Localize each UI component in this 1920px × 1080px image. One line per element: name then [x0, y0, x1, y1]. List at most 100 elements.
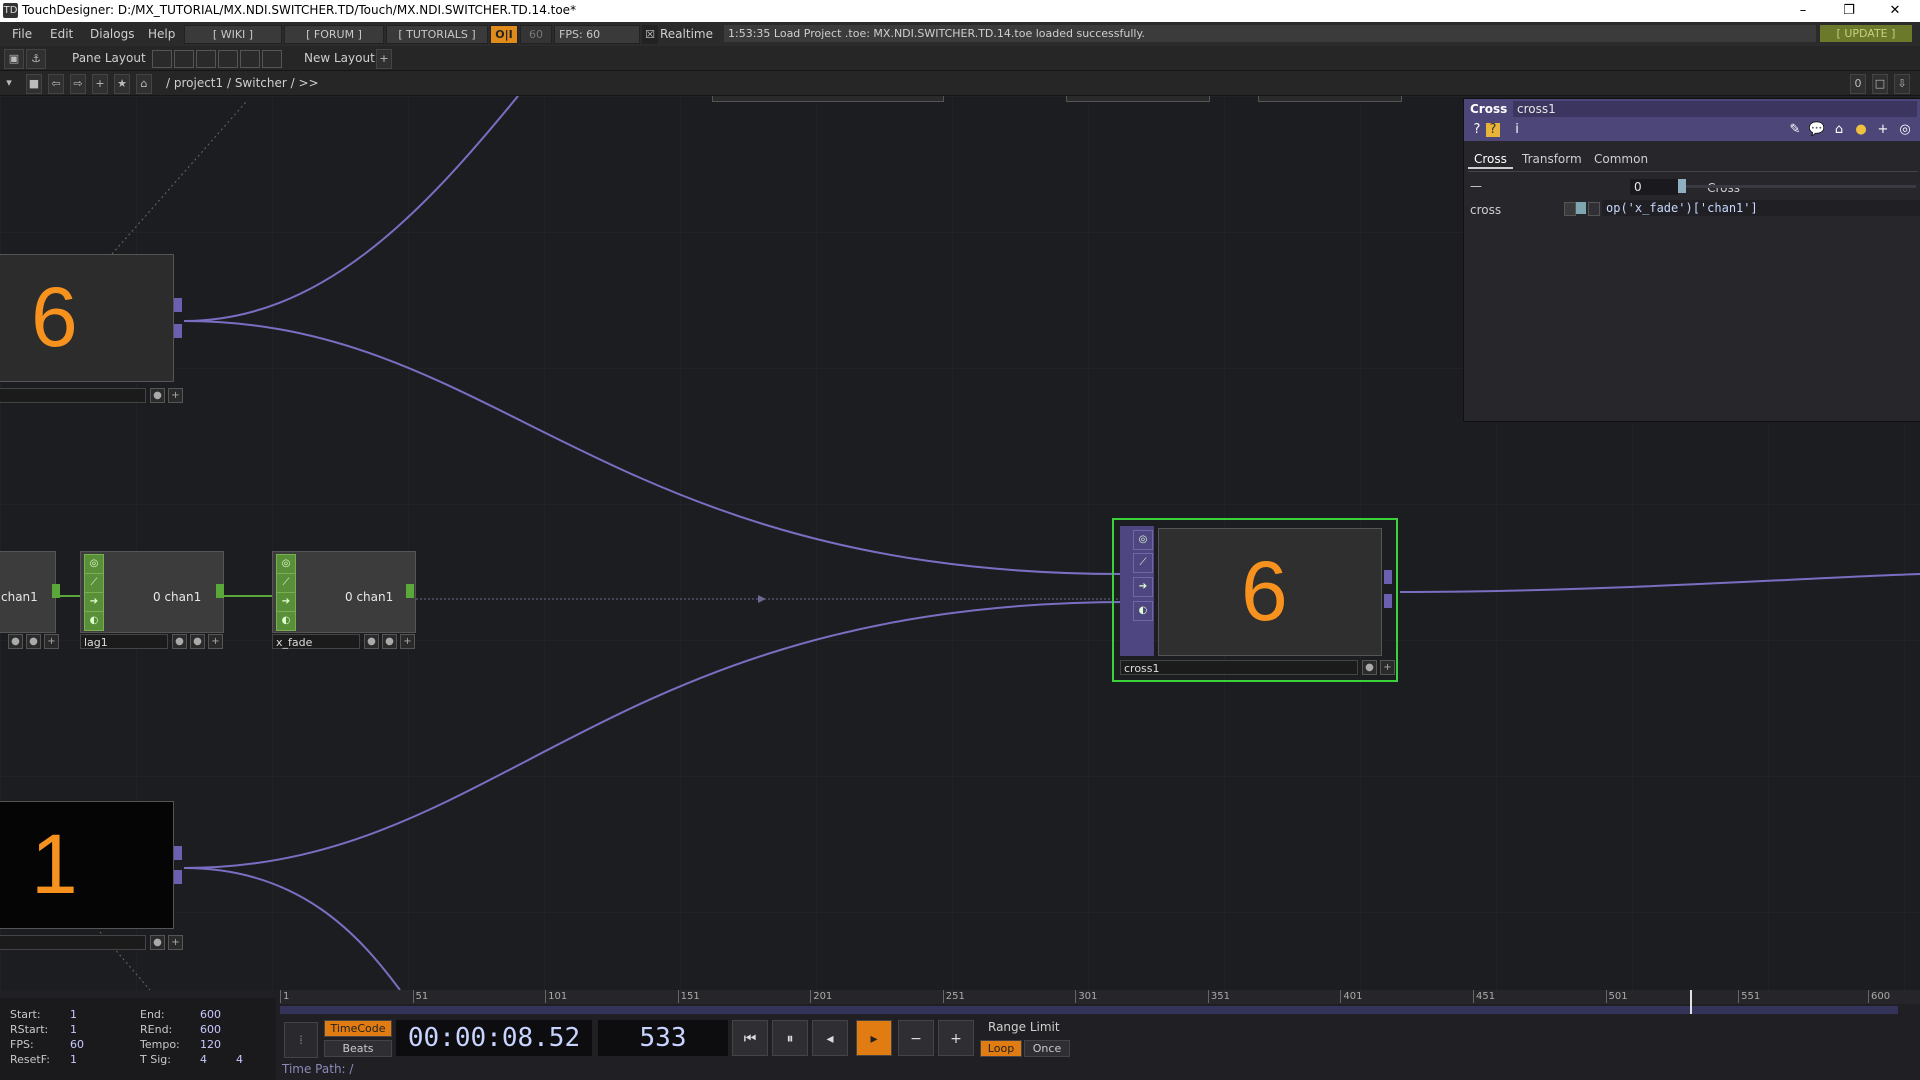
forum-button[interactable]: [ FORUM ]: [284, 25, 384, 44]
menu-file[interactable]: File: [12, 27, 32, 41]
current-frame-field[interactable]: 533: [598, 1020, 728, 1056]
tempo-value[interactable]: 120: [200, 1038, 221, 1051]
x-fade-bypass-icon[interactable]: ◎: [276, 554, 296, 574]
top-node-6-label[interactable]: [0, 388, 146, 403]
lag1-bypass-icon[interactable]: ◎: [84, 554, 104, 574]
pane-download-icon[interactable]: ⇩: [1894, 74, 1910, 94]
x-fade-output-port[interactable]: [406, 584, 414, 598]
pane-menu-chevron-icon[interactable]: ▾: [2, 74, 16, 92]
tutorials-button[interactable]: [ TUTORIALS ]: [386, 25, 488, 44]
cross1-bypass-icon[interactable]: ◎: [1133, 530, 1153, 550]
top-node-6-output-port[interactable]: [174, 298, 182, 312]
clipped-node-top-3[interactable]: [1258, 96, 1402, 102]
once-toggle[interactable]: Once: [1024, 1040, 1070, 1057]
bookmark-star-icon[interactable]: ★: [114, 74, 130, 94]
tab-common[interactable]: Common: [1588, 151, 1654, 167]
clipped-node-top-1[interactable]: [712, 96, 944, 102]
cross1-add[interactable]: +: [1380, 660, 1395, 675]
cross1-output-port-2[interactable]: [1384, 594, 1392, 608]
comment-bubble-icon[interactable]: 💬: [1808, 121, 1826, 139]
x-fade-lock-icon[interactable]: ◐: [276, 611, 296, 631]
x-fade-add[interactable]: +: [400, 634, 415, 649]
expr-active-icon[interactable]: [1576, 202, 1586, 214]
menu-dialogs[interactable]: Dialogs: [90, 27, 134, 41]
bottom-node-1-label[interactable]: [0, 935, 146, 950]
cross1-lock-icon[interactable]: ◐: [1133, 601, 1153, 621]
pane-viewer-icon[interactable]: ▣: [4, 49, 24, 69]
lag1-btn-2[interactable]: ●: [190, 634, 205, 649]
lag1-btn-1[interactable]: ●: [172, 634, 187, 649]
pane-index[interactable]: 0: [1850, 74, 1866, 94]
perform-mode-toggle[interactable]: O|I: [490, 25, 518, 44]
cross-value-field[interactable]: 0: [1630, 179, 1678, 195]
info-icon[interactable]: i: [1508, 121, 1526, 139]
left-chop-btn-1[interactable]: ●: [8, 634, 23, 649]
step-back-icon[interactable]: −: [898, 1020, 934, 1056]
forward-arrow-icon[interactable]: ⇨: [70, 74, 86, 94]
bottom-node-1-output-port-2[interactable]: [174, 870, 182, 884]
x-fade-btn-2[interactable]: ●: [382, 634, 397, 649]
bottom-node-1-viewer[interactable]: 1: [0, 801, 174, 929]
x-fade-btn-1[interactable]: ●: [364, 634, 379, 649]
clipped-node-top-2[interactable]: [1066, 96, 1210, 102]
lag1-export-icon[interactable]: ➔: [84, 592, 104, 612]
stop-icon[interactable]: ■: [26, 74, 42, 94]
minimize-button[interactable]: –: [1780, 0, 1826, 22]
top-node-6-viewer-toggle[interactable]: ●: [150, 388, 165, 403]
pane-network-icon[interactable]: ⚓: [26, 49, 46, 69]
bottom-node-1-add[interactable]: +: [168, 935, 183, 950]
wiki-button[interactable]: [ WIKI ]: [184, 25, 282, 44]
cross1-viewer-toggle[interactable]: ●: [1362, 660, 1377, 675]
step-forward-icon[interactable]: +: [938, 1020, 974, 1056]
cross-slider-track[interactable]: [1678, 185, 1916, 188]
timecode-display[interactable]: 00:00:08.52: [396, 1020, 592, 1056]
timecode-toggle[interactable]: TimeCode: [324, 1020, 392, 1037]
back-arrow-icon[interactable]: ⇦: [48, 74, 64, 94]
add-parameter-icon[interactable]: +: [1874, 121, 1892, 139]
tag-icon[interactable]: ⌂: [1830, 121, 1848, 139]
update-button[interactable]: [ UPDATE ]: [1820, 25, 1912, 42]
cross-slider-handle[interactable]: [1678, 179, 1686, 193]
cross1-output-port[interactable]: [1384, 570, 1392, 584]
operator-name-field[interactable]: cross1: [1513, 101, 1917, 117]
resetf-value[interactable]: 1: [70, 1053, 77, 1066]
loop-toggle[interactable]: Loop: [980, 1040, 1022, 1057]
close-button[interactable]: ✕: [1872, 0, 1918, 22]
x-fade-graph-icon[interactable]: ⟋: [276, 573, 296, 593]
top-node-6-add[interactable]: +: [168, 388, 183, 403]
help-icon[interactable]: ?: [1468, 121, 1486, 139]
cross1-graph-icon[interactable]: ⟋: [1133, 553, 1153, 573]
bottom-node-1-output-port[interactable]: [174, 846, 182, 860]
timeline-menu-icon[interactable]: ⁞: [284, 1022, 318, 1058]
play-forward-icon[interactable]: ▸: [856, 1020, 892, 1056]
lag1-output-port[interactable]: [216, 584, 224, 598]
home-icon[interactable]: ⌂: [136, 74, 152, 94]
tsig-value-a[interactable]: 4: [200, 1053, 207, 1066]
target-icon[interactable]: ◎: [1896, 121, 1914, 139]
fps-value[interactable]: 60: [70, 1038, 84, 1051]
python-icon[interactable]: ●: [1852, 121, 1870, 139]
rend-value[interactable]: 600: [200, 1023, 221, 1036]
tab-cross[interactable]: Cross: [1468, 151, 1513, 169]
menu-help[interactable]: Help: [148, 27, 175, 41]
layout-split-horizontal-icon[interactable]: [196, 50, 216, 68]
lag1-graph-icon[interactable]: ⟋: [84, 573, 104, 593]
lag1-label[interactable]: lag1: [80, 634, 168, 649]
timeline-ruler[interactable]: 1 51 101 151 201 251 301 351 401 451 501 551 600: [280, 990, 1920, 1004]
tsig-value-b[interactable]: 4: [236, 1053, 243, 1066]
add-layout-button[interactable]: +: [376, 49, 392, 69]
top-node-6-output-port-2[interactable]: [174, 324, 182, 338]
rewind-to-start-icon[interactable]: ⏮: [732, 1020, 768, 1056]
add-icon[interactable]: +: [92, 74, 108, 94]
play-reverse-icon[interactable]: ◂: [812, 1020, 848, 1056]
lag1-add[interactable]: +: [208, 634, 223, 649]
top-node-6-viewer[interactable]: 6: [0, 254, 174, 382]
realtime-checkbox[interactable]: ☒: [642, 25, 658, 44]
bottom-node-1-viewer-toggle[interactable]: ●: [150, 935, 165, 950]
restore-button[interactable]: ❐: [1826, 0, 1872, 22]
new-layout-label[interactable]: New Layout: [304, 51, 375, 65]
layout-quad-icon[interactable]: [262, 50, 282, 68]
time-path[interactable]: Time Path: /: [282, 1062, 582, 1078]
collapse-section-icon[interactable]: —: [1470, 179, 1482, 193]
edit-pencil-icon[interactable]: ✎: [1786, 121, 1804, 139]
